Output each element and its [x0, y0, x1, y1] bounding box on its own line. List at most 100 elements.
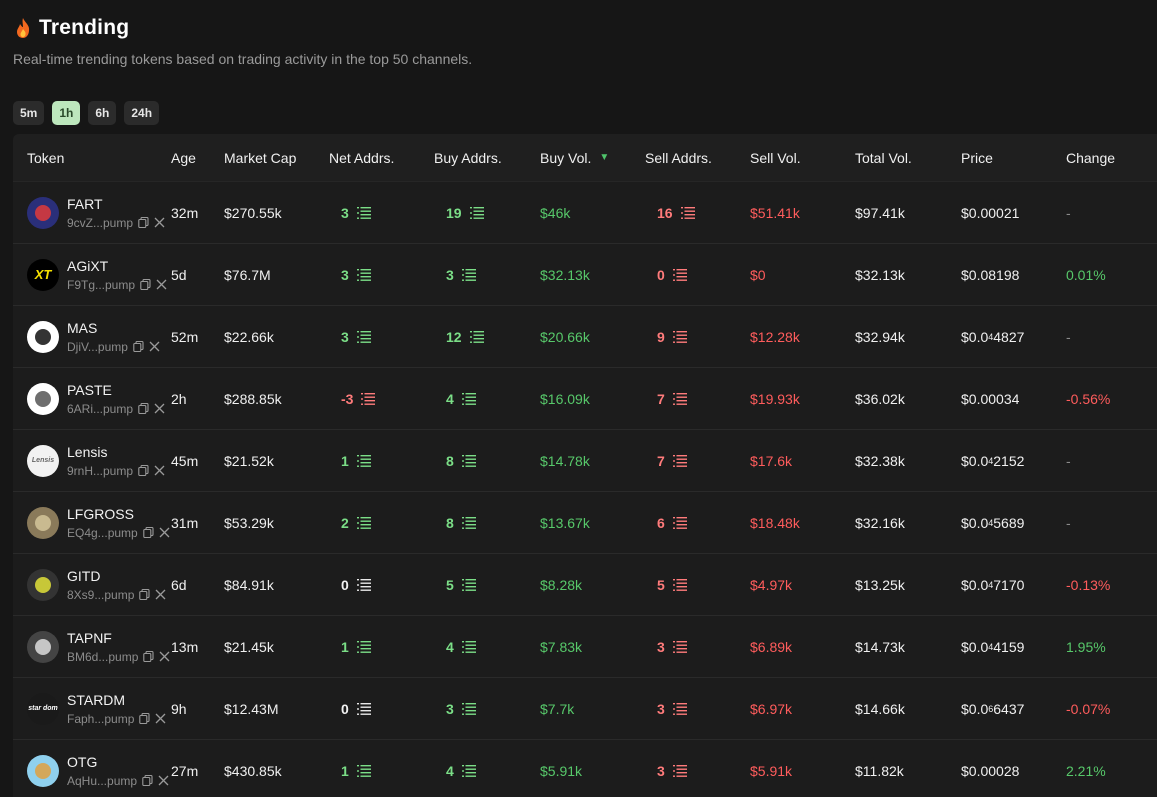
- col-sell-vol[interactable]: Sell Vol.: [750, 150, 855, 166]
- buy-addrs-cell: 3: [434, 267, 540, 283]
- table-row[interactable]: MAS DjiV...pump 52m $22.66k 3 12 $20.66k 9 $12.2…: [13, 306, 1157, 368]
- table-row[interactable]: FART 9cvZ...pump 32m $270.55k 3 19 $46k 16 $51.4…: [13, 182, 1157, 244]
- copy-icon[interactable]: [142, 775, 153, 786]
- x-twitter-icon[interactable]: [154, 465, 165, 476]
- token-name[interactable]: LFGROSS: [67, 506, 170, 522]
- address-list-icon[interactable]: [356, 702, 371, 715]
- table-row[interactable]: PASTE 6ARi...pump 2h $288.85k -3 4 $16.09k 7 $19…: [13, 368, 1157, 430]
- col-change[interactable]: Change: [1066, 150, 1146, 166]
- address-list-icon[interactable]: [672, 330, 687, 343]
- address-list-icon[interactable]: [356, 640, 371, 653]
- table-row[interactable]: TAPNF BM6d...pump 13m $21.45k 1 4 $7.83k 3 $6.89…: [13, 616, 1157, 678]
- col-token[interactable]: Token: [13, 150, 171, 166]
- address-list-icon[interactable]: [461, 454, 476, 467]
- token-name[interactable]: AGiXT: [67, 258, 167, 274]
- sell-addrs-cell: 6: [645, 515, 750, 531]
- token-name[interactable]: OTG: [67, 754, 169, 770]
- address-list-icon[interactable]: [356, 206, 371, 219]
- token-name[interactable]: PASTE: [67, 382, 165, 398]
- x-twitter-icon[interactable]: [159, 527, 170, 538]
- price-cell: $0.0 4 4827: [961, 329, 1066, 345]
- address-list-icon[interactable]: [356, 454, 371, 467]
- address-list-icon[interactable]: [461, 764, 476, 777]
- token-address-row: EQ4g...pump: [67, 526, 170, 540]
- col-total-vol[interactable]: Total Vol.: [855, 150, 961, 166]
- timeframe-1h[interactable]: 1h: [52, 101, 81, 125]
- x-twitter-icon[interactable]: [149, 341, 160, 352]
- address-list-icon[interactable]: [356, 764, 371, 777]
- x-twitter-icon[interactable]: [159, 651, 170, 662]
- table-row[interactable]: Lensis Lensis 9rnH...pump 45m $21.52k 1 8 $14.7…: [13, 430, 1157, 492]
- address-list-icon[interactable]: [461, 578, 476, 591]
- col-net-addrs[interactable]: Net Addrs.: [329, 150, 434, 166]
- table-row[interactable]: XT AGiXT F9Tg...pump 5d $76.7M 3 3 $32.13k 0 $0 $3…: [13, 244, 1157, 306]
- col-market-cap[interactable]: Market Cap: [224, 150, 329, 166]
- address-list-icon[interactable]: [356, 516, 371, 529]
- address-list-icon[interactable]: [356, 330, 371, 343]
- copy-icon[interactable]: [139, 713, 150, 724]
- token-name[interactable]: MAS: [67, 320, 160, 336]
- token-address-row: BM6d...pump: [67, 650, 170, 664]
- copy-icon[interactable]: [133, 341, 144, 352]
- copy-icon[interactable]: [140, 279, 151, 290]
- token-name[interactable]: TAPNF: [67, 630, 170, 646]
- address-list-icon[interactable]: [461, 268, 476, 281]
- address-list-icon[interactable]: [469, 330, 484, 343]
- token-name[interactable]: Lensis: [67, 444, 165, 460]
- address-list-icon[interactable]: [672, 392, 687, 405]
- price-prefix: $0.0: [961, 328, 989, 345]
- copy-icon[interactable]: [138, 465, 149, 476]
- address-list-icon[interactable]: [672, 268, 687, 281]
- address-list-icon[interactable]: [461, 702, 476, 715]
- price-value: $0.00028: [961, 762, 1020, 779]
- table-row[interactable]: OTG AqHu...pump 27m $430.85k 1 4 $5.91k 3 $5.91k…: [13, 740, 1157, 797]
- col-buy-addrs[interactable]: Buy Addrs.: [434, 150, 540, 166]
- copy-icon[interactable]: [139, 589, 150, 600]
- x-twitter-icon[interactable]: [154, 217, 165, 228]
- token-address: EQ4g...pump: [67, 525, 138, 540]
- token-name[interactable]: GITD: [67, 568, 166, 584]
- address-list-icon[interactable]: [469, 206, 484, 219]
- address-list-icon[interactable]: [672, 764, 687, 777]
- timeframe-6h[interactable]: 6h: [88, 101, 117, 125]
- change-cell: -: [1066, 204, 1071, 221]
- timeframe-24h[interactable]: 24h: [124, 101, 160, 125]
- table-row[interactable]: LFGROSS EQ4g...pump 31m $53.29k 2 8 $13.67k 6 $1…: [13, 492, 1157, 554]
- x-twitter-icon[interactable]: [156, 279, 167, 290]
- address-list-icon[interactable]: [356, 268, 371, 281]
- x-twitter-icon[interactable]: [155, 713, 166, 724]
- token-address: 8Xs9...pump: [67, 587, 135, 602]
- x-twitter-icon[interactable]: [158, 775, 169, 786]
- buy-addrs-value: 19: [446, 204, 462, 221]
- timeframe-5m[interactable]: 5m: [13, 101, 45, 125]
- token-name[interactable]: FART: [67, 196, 165, 212]
- copy-icon[interactable]: [142, 527, 154, 538]
- x-twitter-icon[interactable]: [155, 589, 166, 600]
- col-buy-vol[interactable]: Buy Vol. ▼: [540, 150, 645, 166]
- market-cap-cell: $84.91k: [224, 576, 274, 593]
- address-list-icon[interactable]: [461, 516, 476, 529]
- price-digits: 2152: [993, 452, 1025, 469]
- buy-addrs-value: 4: [446, 762, 454, 779]
- col-price[interactable]: Price: [961, 150, 1066, 166]
- address-list-icon[interactable]: [672, 516, 687, 529]
- address-list-icon[interactable]: [356, 578, 371, 591]
- col-age[interactable]: Age: [171, 150, 224, 166]
- sell-vol-cell: $19.93k: [750, 390, 800, 407]
- address-list-icon[interactable]: [672, 578, 687, 591]
- x-twitter-icon[interactable]: [154, 403, 165, 414]
- col-sell-addrs[interactable]: Sell Addrs.: [645, 150, 750, 166]
- address-list-icon[interactable]: [672, 702, 687, 715]
- copy-icon[interactable]: [143, 651, 154, 662]
- token-name[interactable]: STARDM: [67, 692, 166, 708]
- address-list-icon[interactable]: [361, 392, 376, 405]
- table-row[interactable]: GITD 8Xs9...pump 6d $84.91k 0 5 $8.28k 5 $4.97k $…: [13, 554, 1157, 616]
- address-list-icon[interactable]: [461, 640, 476, 653]
- copy-icon[interactable]: [138, 403, 149, 414]
- address-list-icon[interactable]: [672, 640, 687, 653]
- address-list-icon[interactable]: [672, 454, 687, 467]
- table-row[interactable]: star dom STARDM Faph...pump 9h $12.43M 0 3 $7.7…: [13, 678, 1157, 740]
- address-list-icon[interactable]: [680, 206, 695, 219]
- copy-icon[interactable]: [138, 217, 149, 228]
- address-list-icon[interactable]: [461, 392, 476, 405]
